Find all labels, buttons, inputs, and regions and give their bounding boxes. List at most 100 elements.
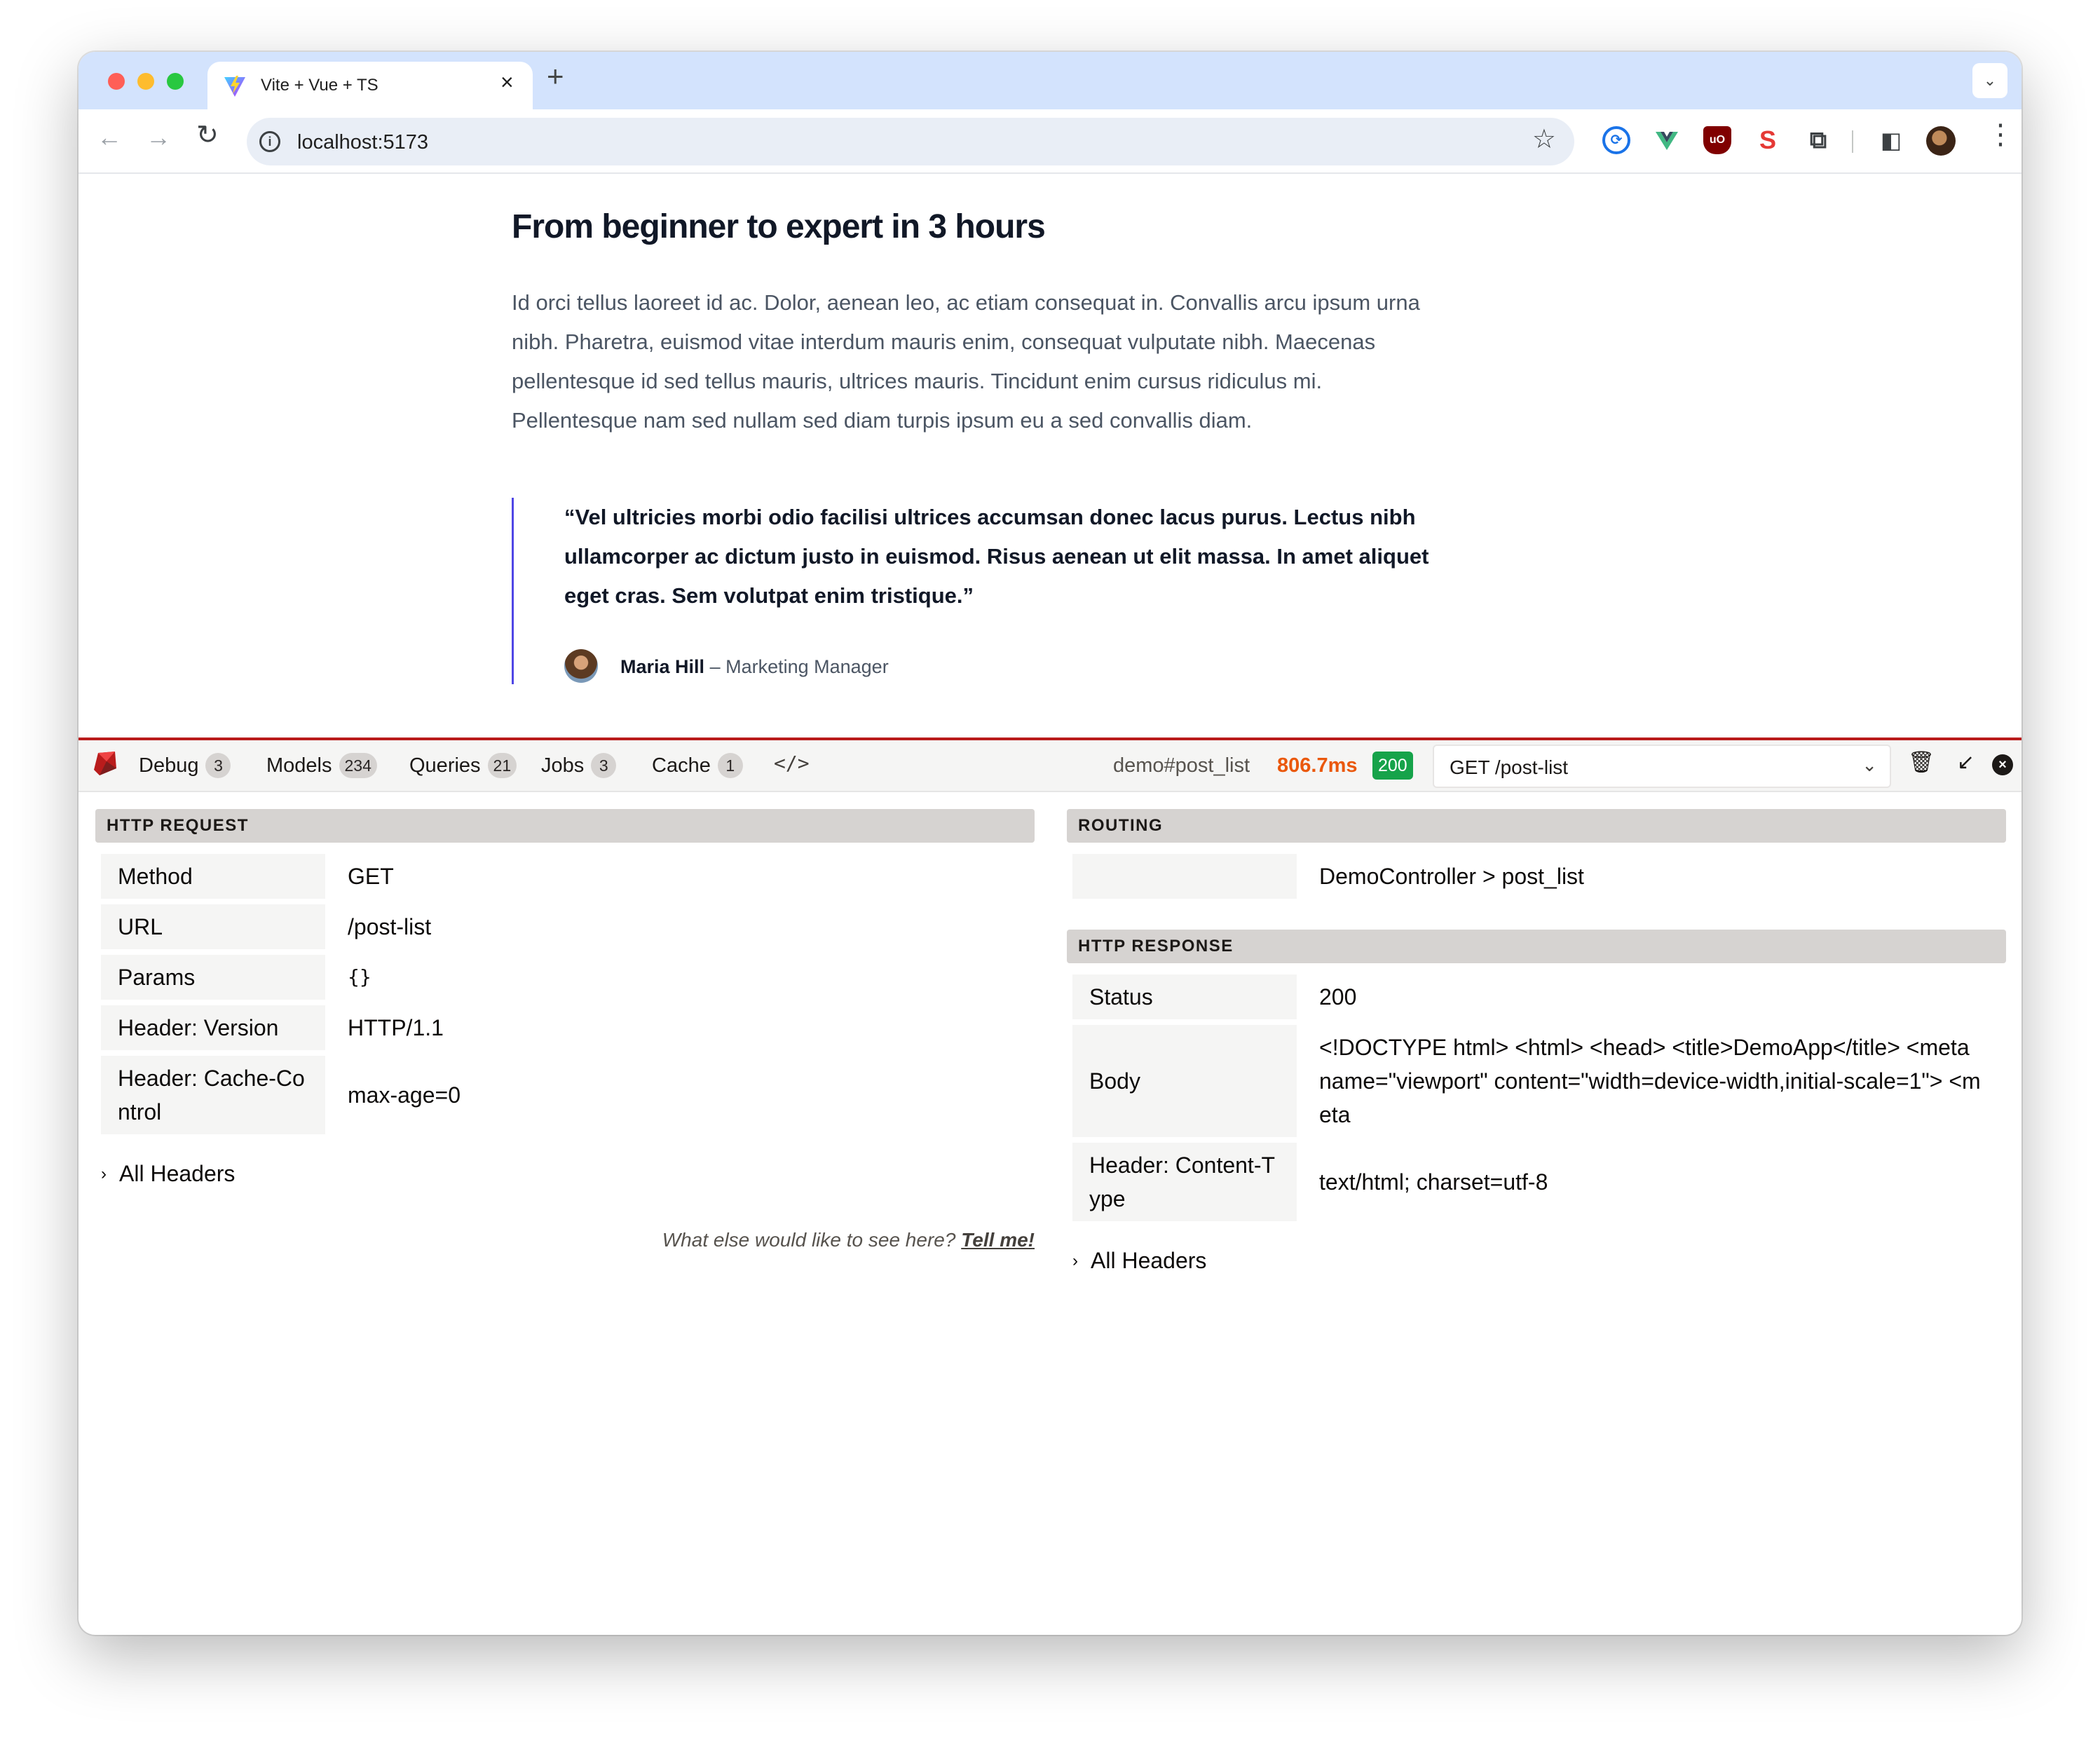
row-key: Status	[1072, 974, 1297, 1019]
tab-title: Vite + Vue + TS	[261, 76, 379, 95]
site-info-icon[interactable]: i	[259, 131, 280, 152]
testimonial-quote: “Vel ultricies morbi odio facilisi ultri…	[512, 498, 1451, 684]
zoom-window-button[interactable]	[167, 73, 184, 90]
seo-extension-icon[interactable]: S	[1754, 126, 1782, 154]
request-select-value: GET /post-list	[1450, 756, 1569, 778]
table-row: DemoController > post_list	[1072, 854, 2006, 899]
new-tab-button[interactable]: +	[547, 62, 564, 91]
routing-heading: ROUTING	[1067, 809, 2006, 843]
vue-devtools-icon[interactable]	[1653, 126, 1681, 154]
author-role: – Marketing Manager	[709, 656, 889, 677]
status-badge: 200	[1372, 752, 1413, 780]
browser-toolbar: ← → ↻ i localhost:5173 ☆ ⟳ uO S ⧉ ◧ ⋮	[79, 109, 2021, 174]
tab-queries[interactable]: Queries 21	[409, 753, 517, 778]
row-value: HTTP/1.1	[348, 1015, 444, 1040]
debug-toolbar: Debug 3 Models 234 Queries 21 Jobs 3 Cache 1 …	[79, 738, 2021, 792]
tab-models[interactable]: Models 234	[266, 753, 377, 778]
row-key: Body	[1072, 1025, 1297, 1137]
chevron-down-icon: ⌄	[1862, 754, 1877, 775]
row-value: GET	[348, 864, 394, 889]
minimize-window-button[interactable]	[137, 73, 154, 90]
address-bar[interactable]: i localhost:5173 ☆	[247, 118, 1574, 165]
source-code-icon[interactable]: </>	[774, 752, 810, 775]
vite-logo-icon	[224, 76, 245, 97]
ublock-origin-icon[interactable]: uO	[1703, 126, 1731, 154]
all-headers-label: All Headers	[119, 1161, 236, 1186]
close-icon[interactable]: ×	[1992, 754, 2013, 775]
article-body: Id orci tellus laoreet id ac. Dolor, aen…	[512, 290, 1420, 433]
tab-close-icon[interactable]: ×	[500, 71, 514, 93]
ruby-logo-icon[interactable]	[90, 749, 119, 778]
request-duration: 806.7ms	[1277, 754, 1358, 777]
row-key: Header: Version	[101, 1005, 325, 1050]
toolbar-divider	[1852, 130, 1853, 153]
bookmark-star-icon[interactable]: ☆	[1532, 126, 1556, 153]
row-key: Params	[101, 955, 325, 1000]
forward-button[interactable]: →	[146, 125, 171, 150]
routing-response-panel: ROUTING DemoController > post_list HTTP …	[1067, 809, 2006, 1274]
row-key: Method	[101, 854, 325, 899]
all-headers-toggle[interactable]: › All Headers	[101, 1161, 1035, 1187]
tab-jobs-label: Jobs	[541, 754, 585, 777]
trash-icon[interactable]: 🗑	[1908, 750, 1935, 775]
table-row: Status 200	[1072, 974, 2006, 1019]
chevron-right-icon: ›	[101, 1164, 107, 1183]
back-button[interactable]: ←	[97, 125, 122, 150]
tab-cache-label: Cache	[652, 754, 711, 777]
request-select[interactable]: GET /post-list ⌄	[1433, 745, 1891, 788]
tab-cache[interactable]: Cache 1	[652, 753, 743, 778]
row-key	[1072, 854, 1297, 899]
browser-menu-icon[interactable]: ⋮	[1986, 121, 2014, 149]
page-content: From beginner to expert in 3 hours Id or…	[79, 175, 2021, 736]
tab-debug[interactable]: Debug 3	[139, 753, 231, 778]
row-value: text/html; charset=utf-8	[1319, 1169, 1548, 1195]
author-avatar	[564, 649, 598, 683]
close-window-button[interactable]	[108, 73, 125, 90]
reload-button[interactable]: ↻	[196, 122, 219, 149]
table-row: Params {}	[101, 955, 1035, 1000]
http-response-table: Status 200 Body <!DOCTYPE html> <html> <…	[1072, 974, 2006, 1221]
http-request-table: Method GET URL /post-list Params {} Head…	[101, 854, 1035, 1134]
tab-search-button[interactable]: ⌄	[1972, 63, 2007, 98]
browser-window: Vite + Vue + TS × + ⌄ ← → ↻ i localhost:…	[79, 52, 2021, 1635]
author-name: Maria Hill	[620, 656, 705, 677]
address-url[interactable]: localhost:5173	[297, 131, 428, 154]
tab-active[interactable]: Vite + Vue + TS ×	[207, 62, 533, 109]
row-value: /post-list	[348, 914, 432, 939]
row-value: <!DOCTYPE html> <html> <head> <title>Dem…	[1319, 1035, 1981, 1127]
all-headers-toggle[interactable]: › All Headers	[1072, 1248, 2006, 1274]
tab-queries-label: Queries	[409, 754, 481, 777]
tab-debug-count: 3	[205, 753, 231, 778]
http-request-heading: HTTP REQUEST	[95, 809, 1035, 843]
quote-text: “Vel ultricies morbi odio facilisi ultri…	[564, 505, 1429, 608]
profile-avatar[interactable]	[1926, 126, 1956, 156]
row-value: 200	[1319, 984, 1357, 1010]
chevron-right-icon: ›	[1072, 1251, 1078, 1270]
feedback-text: What else would like to see here?	[662, 1229, 956, 1251]
tab-queries-count: 21	[487, 753, 517, 778]
row-value: max-age=0	[348, 1082, 461, 1108]
feedback-link[interactable]: Tell me!	[961, 1229, 1035, 1251]
row-key: Header: Cache-Control	[101, 1056, 325, 1134]
extensions-puzzle-icon[interactable]: ⧉	[1804, 126, 1832, 154]
http-response-heading: HTTP RESPONSE	[1067, 930, 2006, 963]
table-row: URL /post-list	[101, 904, 1035, 949]
tab-jobs[interactable]: Jobs 3	[541, 753, 617, 778]
table-row: Body <!DOCTYPE html> <html> <head> <titl…	[1072, 1025, 2006, 1137]
row-value: {}	[348, 965, 371, 988]
row-value: DemoController > post_list	[1319, 864, 1584, 889]
row-key: Header: Content-Type	[1072, 1143, 1297, 1221]
tab-jobs-count: 3	[591, 753, 617, 778]
row-key: URL	[101, 904, 325, 949]
all-headers-label: All Headers	[1091, 1248, 1207, 1273]
side-panel-icon[interactable]: ◧	[1877, 126, 1905, 154]
tab-strip: Vite + Vue + TS × + ⌄	[79, 52, 2021, 109]
http-request-panel: HTTP REQUEST Method GET URL /post-list P…	[95, 809, 1035, 1251]
routing-table: DemoController > post_list	[1072, 854, 2006, 899]
table-row: Header: Version HTTP/1.1	[101, 1005, 1035, 1050]
minimize-icon[interactable]: ↙	[1957, 750, 1975, 775]
tab-models-label: Models	[266, 754, 332, 777]
table-row: Method GET	[101, 854, 1035, 899]
password-manager-icon[interactable]: ⟳	[1602, 126, 1630, 154]
quote-author: Maria Hill – Marketing Manager	[620, 656, 889, 678]
